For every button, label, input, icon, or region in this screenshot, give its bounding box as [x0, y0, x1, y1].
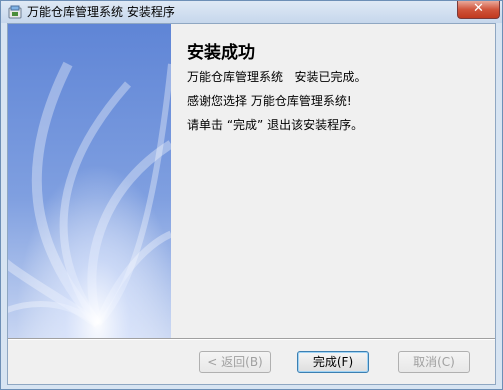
wizard-banner-image	[8, 24, 171, 338]
installer-app-icon	[8, 5, 22, 19]
completion-message: 万能仓库管理系统 安装已完成。	[187, 70, 367, 84]
wizard-body: 安装成功 万能仓库管理系统 安装已完成。 感谢您选择 万能仓库管理系统! 请单击…	[7, 23, 496, 385]
close-icon: ✕	[473, 1, 484, 16]
thanks-message: 感谢您选择 万能仓库管理系统!	[187, 94, 352, 108]
banner-graphic	[8, 24, 171, 338]
close-button[interactable]: ✕	[457, 1, 500, 19]
cancel-button[interactable]: 取消(C)	[398, 351, 470, 373]
page-title: 安装成功	[187, 43, 255, 63]
footer-separator-highlight	[8, 339, 495, 340]
finish-button[interactable]: 完成(F)	[297, 351, 369, 373]
window-title: 万能仓库管理系统 安装程序	[27, 5, 175, 19]
title-bar[interactable]: 万能仓库管理系统 安装程序 ✕	[1, 1, 502, 23]
back-button[interactable]: < 返回(B)	[199, 351, 271, 373]
instruction-message: 请单击 “完成” 退出该安装程序。	[187, 118, 364, 132]
wizard-content: 安装成功 万能仓库管理系统 安装已完成。 感谢您选择 万能仓库管理系统! 请单击…	[171, 24, 495, 338]
installer-window: 万能仓库管理系统 安装程序 ✕ 安装成功 万能仓库管理系统 安装已完成。 感谢您…	[0, 0, 503, 390]
